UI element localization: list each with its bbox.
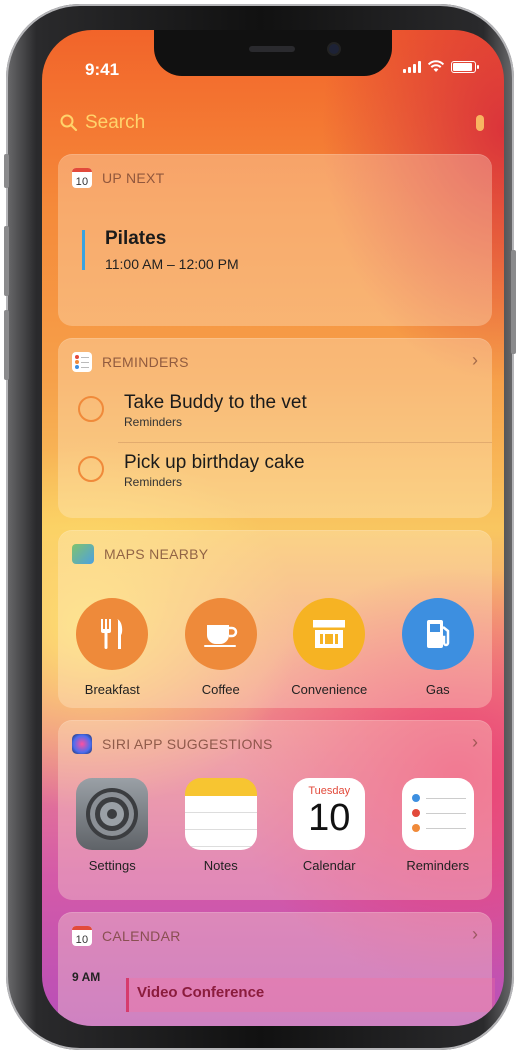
- wifi-icon: [427, 60, 445, 72]
- search-placeholder: Search: [85, 112, 146, 133]
- event-time: 11:00 AM – 12:00 PM: [105, 256, 239, 272]
- up-next-widget[interactable]: 10 UP NEXT Pilates 11:00 AM – 12:00 PM: [58, 154, 492, 326]
- chevron-right-icon[interactable]: ›: [472, 350, 478, 371]
- maps-nearby-header: MAPS NEARBY: [104, 546, 209, 562]
- maps-app-icon: [72, 544, 94, 564]
- notch: [154, 30, 392, 76]
- search-icon: [60, 114, 78, 132]
- gas-pump-icon: [401, 598, 474, 670]
- reminder-list-name: Reminders: [124, 475, 183, 489]
- calendar-header: CALENDAR: [102, 928, 181, 944]
- calendar-event-title: Video Conference: [137, 984, 265, 1001]
- front-camera: [329, 44, 339, 54]
- calendar-icon: Tuesday 10: [293, 778, 366, 850]
- reminder-checkbox[interactable]: [78, 456, 104, 482]
- reminder-checkbox[interactable]: [78, 396, 104, 422]
- calendar-widget[interactable]: 10 CALENDAR › 9 AM Video Conference: [58, 912, 495, 1026]
- up-next-header: UP NEXT: [102, 170, 165, 186]
- reminders-header: REMINDERS: [102, 354, 189, 370]
- divider: [118, 442, 492, 443]
- app-suggestion-reminders[interactable]: Reminders: [390, 778, 486, 873]
- volume-down-button: [4, 310, 9, 380]
- status-icons: [403, 60, 479, 73]
- maps-nearby-widget[interactable]: MAPS NEARBY Breakfast Coffee Convenience…: [58, 530, 492, 708]
- app-suggestion-settings[interactable]: Settings: [64, 778, 160, 873]
- siri-app-suggestions-widget[interactable]: SIRI APP SUGGESTIONS › Settings Notes Tu…: [58, 720, 492, 900]
- chevron-right-icon[interactable]: ›: [472, 732, 478, 753]
- fork-knife-icon: [76, 598, 149, 670]
- mute-switch: [4, 154, 9, 188]
- microphone-icon[interactable]: [476, 115, 484, 131]
- notes-icon: [184, 778, 257, 850]
- app-suggestion-notes[interactable]: Notes: [173, 778, 269, 873]
- volume-up-button: [4, 226, 9, 296]
- app-suggestion-calendar[interactable]: Tuesday 10 Calendar: [281, 778, 377, 873]
- side-button: [511, 250, 516, 354]
- calendar-hour-label: 9 AM: [72, 970, 101, 984]
- maps-nearby-breakfast[interactable]: Breakfast: [64, 598, 160, 697]
- reminder-title: Pick up birthday cake: [124, 452, 305, 473]
- siri-suggestions-header: SIRI APP SUGGESTIONS: [102, 736, 273, 752]
- storefront-icon: [293, 598, 366, 670]
- up-next-event[interactable]: Pilates 11:00 AM – 12:00 PM: [82, 228, 239, 272]
- battery-icon: [451, 60, 479, 73]
- reminders-widget[interactable]: REMINDERS › Take Buddy to the vet Remind…: [58, 338, 492, 518]
- calendar-icon: 10: [72, 926, 92, 946]
- today-view-screen: 9:41 Search 10 UP NEXT Pilates 11:00 AM …: [42, 30, 504, 1026]
- settings-gear-icon: [76, 778, 149, 850]
- maps-nearby-gas[interactable]: Gas: [390, 598, 486, 697]
- calendar-icon: 10: [72, 168, 92, 188]
- reminder-list-name: Reminders: [124, 415, 183, 429]
- search-bar[interactable]: Search: [60, 110, 484, 136]
- reminders-list-icon: [401, 778, 474, 850]
- iphone-frame: 9:41 Search 10 UP NEXT Pilates 11:00 AM …: [4, 4, 516, 1050]
- event-title: Pilates: [105, 228, 167, 249]
- status-time: 9:41: [85, 60, 120, 79]
- siri-icon: [72, 734, 92, 754]
- maps-nearby-convenience[interactable]: Convenience: [281, 598, 377, 697]
- reminder-item[interactable]: Take Buddy to the vet Reminders: [78, 392, 307, 429]
- maps-nearby-coffee[interactable]: Coffee: [173, 598, 269, 697]
- reminder-title: Take Buddy to the vet: [124, 392, 307, 413]
- calendar-event[interactable]: Video Conference: [126, 978, 495, 1012]
- cellular-signal-icon: [403, 60, 421, 73]
- earpiece-speaker: [249, 46, 295, 52]
- chevron-right-icon[interactable]: ›: [472, 924, 478, 945]
- coffee-cup-icon: [184, 598, 257, 670]
- reminder-item[interactable]: Pick up birthday cake Reminders: [78, 452, 305, 489]
- reminders-app-icon: [72, 352, 92, 372]
